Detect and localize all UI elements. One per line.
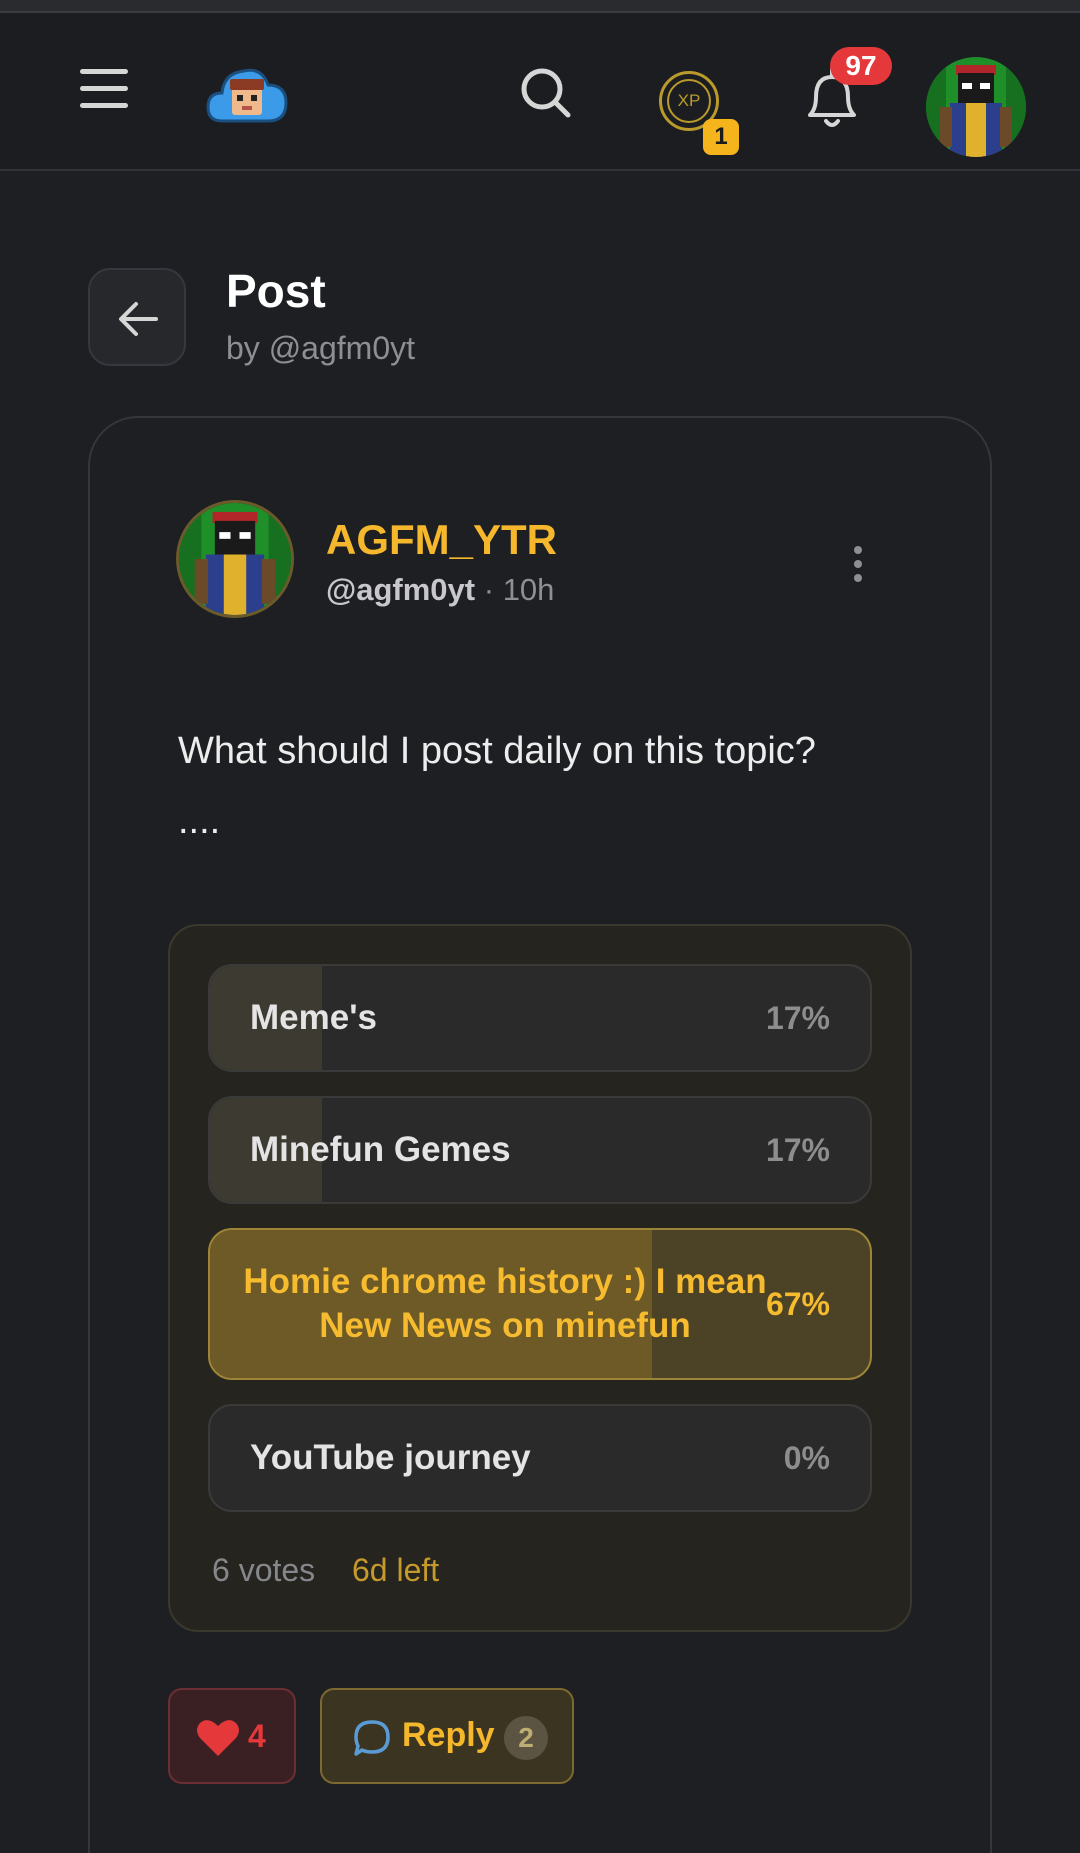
notification-count-badge: 97	[830, 47, 892, 85]
poll-option-percent: 17%	[765, 1131, 830, 1168]
author-avatar-image	[179, 503, 291, 615]
author-meta: @agfm0yt · 10h	[326, 572, 554, 608]
cloud-logo-icon	[206, 68, 288, 123]
post-text: What should I post daily on this topic? …	[178, 716, 938, 856]
top-header: XP 1 97	[0, 13, 1080, 171]
poll-option-label: Meme's	[250, 998, 377, 1037]
back-button[interactable]	[88, 268, 186, 366]
comment-icon	[354, 1720, 390, 1756]
author-name[interactable]: AGFM_YTR	[326, 516, 557, 564]
poll-option-percent: 67%	[765, 1285, 830, 1322]
post-text-line: What should I post daily on this topic?	[178, 730, 816, 772]
more-options-button[interactable]	[840, 540, 876, 588]
poll-option-percent: 17%	[765, 999, 830, 1036]
poll-option-label: Homie chrome history :) I mean New News …	[243, 1262, 767, 1345]
author-handle[interactable]: @agfm0yt	[326, 572, 475, 607]
reply-count: 2	[504, 1716, 548, 1760]
profile-avatar[interactable]	[926, 57, 1026, 157]
status-strip	[0, 0, 1080, 13]
poll-option[interactable]: YouTube journey 0%	[208, 1404, 872, 1512]
avatar-image	[926, 57, 1026, 157]
notifications-button[interactable]: 97	[800, 47, 900, 147]
more-vertical-icon	[854, 546, 862, 554]
author-avatar[interactable]	[176, 500, 294, 618]
xp-button[interactable]: XP 1	[655, 57, 745, 157]
poll-option-label: YouTube journey	[250, 1438, 531, 1477]
poll-time-left: 6d left	[352, 1552, 440, 1588]
menu-icon[interactable]	[80, 69, 128, 109]
app-logo[interactable]	[206, 59, 288, 129]
page-title: Post	[226, 265, 326, 317]
back-arrow-icon	[119, 302, 158, 336]
search-icon	[521, 68, 571, 118]
poll-option[interactable]: Meme's 17%	[208, 964, 872, 1072]
poll-option[interactable]: Minefun Gemes 17%	[208, 1096, 872, 1204]
poll-votes: 6 votes	[212, 1552, 316, 1588]
like-button[interactable]: 4	[168, 1688, 296, 1784]
reply-label: Reply	[402, 1716, 495, 1754]
poll-option-percent: 0%	[783, 1439, 830, 1476]
like-count: 4	[248, 1718, 266, 1754]
search-button[interactable]	[518, 65, 574, 121]
reply-button[interactable]: Reply 2	[320, 1688, 574, 1784]
page-subtitle: by @agfm0yt	[226, 330, 415, 366]
heart-icon	[197, 1720, 239, 1756]
post-text-line: ....	[178, 800, 221, 842]
meta-separator: ·	[483, 572, 495, 607]
xp-count-badge: 1	[703, 119, 739, 155]
xp-label: XP	[667, 79, 711, 123]
poll-option-selected[interactable]: Homie chrome history :) I mean New News …	[208, 1228, 872, 1380]
poll-option-label: Minefun Gemes	[250, 1130, 511, 1169]
post-time: 10h	[502, 572, 555, 607]
